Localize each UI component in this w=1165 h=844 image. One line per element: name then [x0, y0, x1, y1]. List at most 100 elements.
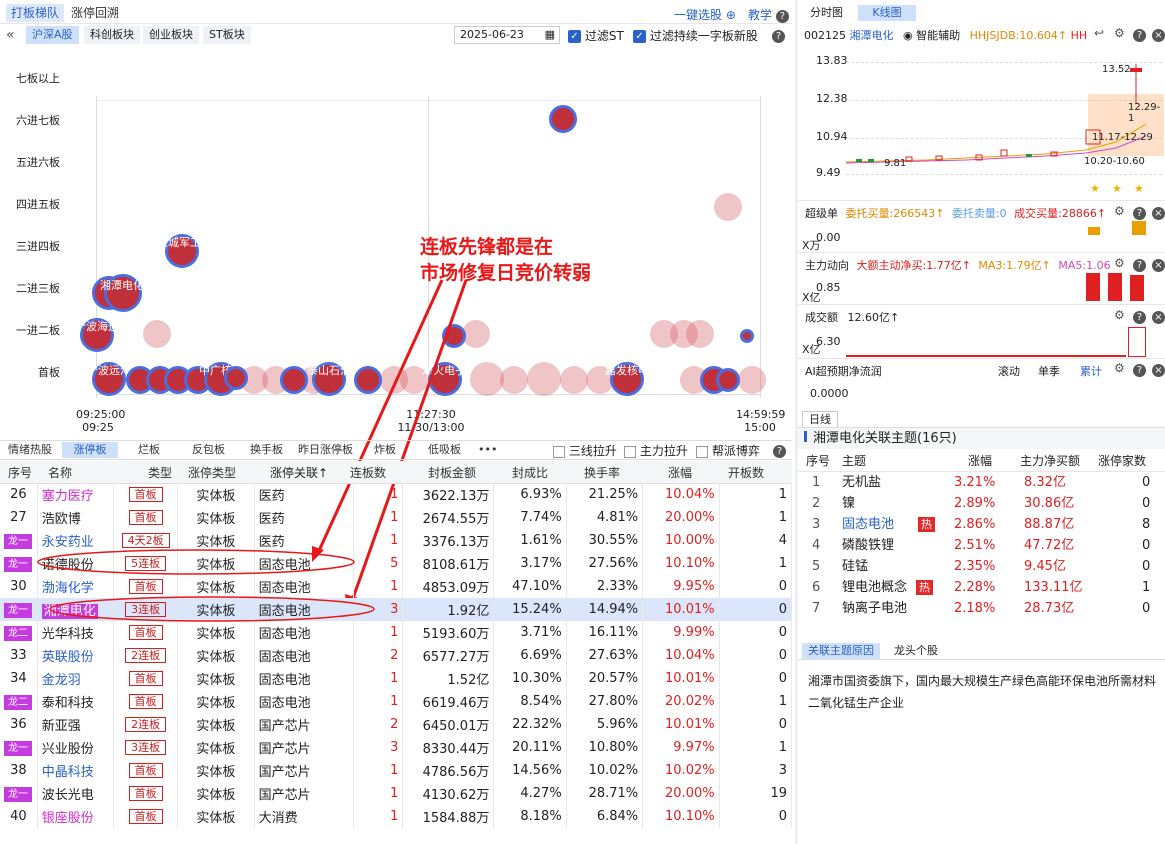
table-row[interactable]: 龙一 波长光电 首板 实体板 国产芯片 1 4130.62万 4.27% 28.71% 20.00…	[0, 782, 793, 805]
close-icon[interactable]: ×	[1152, 362, 1165, 377]
market-tab-hs[interactable]: 沪深A股	[26, 26, 79, 44]
filter-main-pull[interactable]: 主力拉升	[624, 442, 688, 459]
table-row[interactable]: 36 新亚强 2连板 实体板 国产芯片 2 6450.01万 22.32% 5.96% 10.01…	[0, 713, 793, 736]
col-name[interactable]: 名称	[48, 462, 72, 484]
filter-help-icon[interactable]: ?	[772, 28, 785, 43]
col-amount[interactable]: 封板金额	[428, 462, 476, 484]
close-icon[interactable]: ×	[1152, 205, 1165, 220]
sub-tab-zhaban[interactable]: 炸板	[370, 442, 400, 458]
theme-row[interactable]: 5 硅锰 2.35% 9.45亿 0	[798, 556, 1165, 577]
ai-tab-cumulative[interactable]: 累计	[1080, 363, 1102, 379]
filter-st[interactable]: ✓ 过滤ST	[568, 27, 624, 44]
market-tab-kc[interactable]: 科创板块	[84, 26, 140, 44]
col-no[interactable]: 序号	[8, 462, 32, 484]
table-row[interactable]: 26 塞力医疗 首板 实体板 医药 1 3622.13万 6.93% 21.25% 10.04% 1	[0, 483, 793, 506]
tab-daily[interactable]: 日线	[802, 411, 838, 427]
table-row[interactable]: 龙二 泰和科技 首板 实体板 固态电池 1 6619.46万 8.54% 27.80% 20.02…	[0, 690, 793, 713]
tab-kline[interactable]: K线图	[858, 5, 916, 21]
market-tab-st[interactable]: ST板块	[203, 26, 251, 44]
theme-row[interactable]: 6 锂电池概念热 2.28% 133.11亿 1	[798, 577, 1165, 598]
settings-icon[interactable]: ⚙	[1114, 256, 1125, 270]
tab-theme-reason[interactable]: 关联主题原因	[802, 643, 880, 659]
row-name[interactable]: 银座股份	[37, 805, 115, 828]
settings-icon[interactable]: ⚙	[1114, 26, 1125, 40]
tab-ladder[interactable]: 打板梯队	[6, 4, 65, 22]
sub-tab-turnover[interactable]: 换手板	[246, 442, 287, 458]
search-icon: ⊕	[722, 8, 736, 22]
help-icon[interactable]: ?	[1133, 309, 1146, 324]
row-name[interactable]: 浩欧博	[37, 506, 115, 529]
col-lianban[interactable]: 连板数	[350, 462, 386, 484]
theme-row[interactable]: 7 钠离子电池 2.18% 28.73亿 0	[798, 598, 1165, 619]
sub-help-icon[interactable]: ?	[773, 443, 786, 458]
row-name[interactable]: 金龙羽	[37, 667, 115, 690]
theme-col-cnt[interactable]: 涨停家数	[1098, 450, 1146, 472]
close-icon[interactable]: ×	[1152, 309, 1165, 324]
filter-three-line[interactable]: 三线拉升	[553, 442, 617, 459]
row-name[interactable]: 兴业股份	[37, 736, 115, 759]
theme-col-no[interactable]: 序号	[806, 450, 830, 472]
row-name[interactable]: 塞力医疗	[37, 483, 115, 506]
back-icon[interactable]: ↩	[1094, 26, 1104, 40]
sub-tab-dixi[interactable]: 低吸板	[424, 442, 465, 458]
filter-gang[interactable]: 帮派博弈	[696, 442, 760, 459]
col-open[interactable]: 开板数	[728, 462, 764, 484]
col-turnover[interactable]: 换手率	[584, 462, 620, 484]
one-key-select-link[interactable]: 一键选股 ⊕	[674, 6, 736, 23]
theme-row[interactable]: 2 镍 2.89% 30.86亿 0	[798, 493, 1165, 514]
more-icon[interactable]: •••	[474, 442, 501, 458]
help-icon[interactable]: ?	[1133, 362, 1146, 377]
settings-icon[interactable]: ⚙	[1114, 204, 1125, 218]
collapse-icon[interactable]: «	[6, 27, 15, 43]
row-ratio: 4.27%	[493, 782, 567, 805]
row-name[interactable]: 英联股份	[37, 644, 115, 667]
market-tab-cy[interactable]: 创业板块	[143, 26, 199, 44]
super-buy: 委托买量:266543↑	[845, 207, 945, 220]
table-row[interactable]: 龙一 兴业股份 3连板 实体板 国产芯片 3 8330.44万 20.11% 10.80% 9.9…	[0, 736, 793, 759]
col-ztype[interactable]: 涨停类型	[188, 462, 236, 484]
sub-tab-fanbao[interactable]: 反包板	[188, 442, 229, 458]
sub-tab-broken[interactable]: 烂板	[134, 442, 164, 458]
ai-tab-quarter[interactable]: 单季	[1038, 363, 1060, 379]
help-icon[interactable]: ?	[1133, 205, 1146, 220]
col-type[interactable]: 类型	[148, 462, 172, 484]
table-row[interactable]: 40 银座股份 首板 实体板 大消费 1 1584.88万 8.18% 6.84% 10.10% 0	[0, 805, 793, 828]
table-row[interactable]: 27 浩欧博 首板 实体板 医药 1 2674.55万 7.74% 4.81% 20.00% 1	[0, 506, 793, 529]
help-icon[interactable]: ?	[1133, 27, 1146, 42]
close-icon[interactable]: ×	[1152, 257, 1165, 272]
row-name[interactable]: 泰和科技	[37, 690, 115, 713]
filter-one-word[interactable]: ✓ 过滤持续一字板新股	[633, 27, 765, 44]
row-ztype: 实体板	[177, 667, 255, 690]
assist-toggle[interactable]: ◉ 智能辅助	[903, 29, 960, 42]
row-name[interactable]: 新亚强	[37, 713, 115, 736]
table-row[interactable]: 33 英联股份 2连板 实体板 固态电池 2 6577.27万 6.69% 27.63% 10.0…	[0, 644, 793, 667]
tab-limit-review[interactable]: 涨停回溯	[66, 4, 124, 22]
col-change[interactable]: 涨幅	[668, 462, 692, 484]
table-row[interactable]: 34 金龙羽 首板 实体板 固态电池 1 1.52亿 10.30% 20.57% 10.01% 0	[0, 667, 793, 690]
theme-col-net[interactable]: 主力净买额	[1020, 450, 1080, 472]
row-name[interactable]: 波长光电	[37, 782, 115, 805]
settings-icon[interactable]: ⚙	[1114, 361, 1125, 375]
col-ratio[interactable]: 封成比	[512, 462, 548, 484]
tab-leader-stock[interactable]: 龙头个股	[888, 643, 944, 659]
theme-row[interactable]: 3 固态电池 热 2.86% 88.87亿 8	[798, 514, 1165, 535]
sub-tab-emotion[interactable]: 情绪热股	[4, 442, 56, 458]
sub-tab-yesterday[interactable]: 昨日涨停板	[294, 442, 357, 458]
col-related[interactable]: 涨停关联↑	[270, 462, 328, 484]
teach-link[interactable]: 教学 ?	[748, 6, 789, 23]
table-row[interactable]: 38 中晶科技 首板 实体板 国产芯片 1 4786.56万 14.56% 10.02% 10.0…	[0, 759, 793, 782]
date-picker[interactable]: 2025-06-23 ▦	[454, 26, 560, 44]
row-ratio-text: 15.24%	[512, 602, 562, 617]
theme-col-pct[interactable]: 涨幅	[968, 450, 992, 472]
ai-tab-rolling[interactable]: 滚动	[998, 363, 1020, 379]
close-icon[interactable]: ×	[1152, 27, 1165, 42]
stock-name[interactable]: 湘潭电化	[850, 29, 894, 42]
theme-col-name[interactable]: 主题	[842, 450, 866, 472]
theme-row[interactable]: 1 无机盐 3.21% 8.32亿 0	[798, 472, 1165, 493]
theme-row[interactable]: 4 磷酸铁锂 2.51% 47.72亿 0	[798, 535, 1165, 556]
settings-icon[interactable]: ⚙	[1114, 308, 1125, 322]
sub-tab-limit-up[interactable]: 涨停板	[62, 442, 118, 458]
help-icon[interactable]: ?	[1133, 257, 1146, 272]
tab-timeshare[interactable]: 分时图	[804, 5, 849, 21]
row-name[interactable]: 中晶科技	[37, 759, 115, 782]
